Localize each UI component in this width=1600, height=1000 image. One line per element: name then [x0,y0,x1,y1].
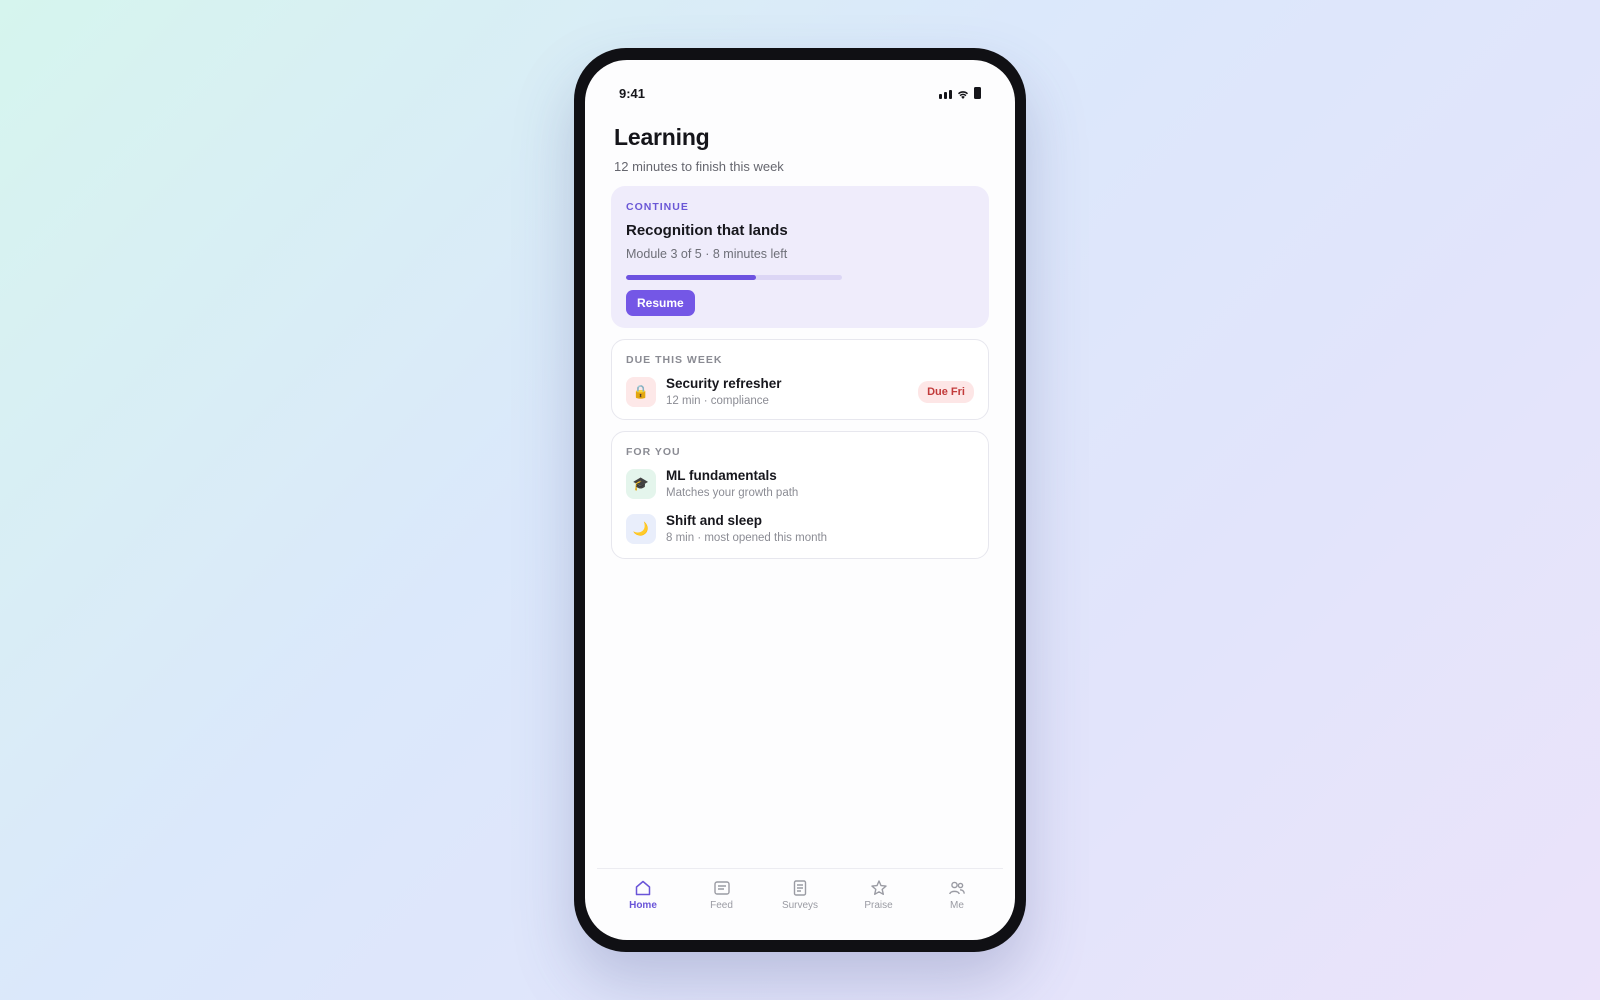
moon-icon: 🌙 [626,513,656,544]
course-progress-bar [626,275,842,280]
continue-card[interactable]: CONTINUE Recognition that lands Module 3… [611,186,989,328]
feed-icon [713,881,730,895]
course-progress-fill [626,275,756,280]
item-subtitle: 8 min · most opened this month [666,532,828,544]
status-time: 9:41 [619,86,646,101]
list-item-security-refresher[interactable]: 🔒 Security refresher 12 min · compliance… [626,376,974,407]
phone-screen: 9:41 Learning 12 minutes to finish this … [585,60,1015,940]
lock-icon: 🔒 [626,376,656,407]
tab-label: Me [950,900,964,911]
graduation-cap-icon: 🎓 [626,468,656,499]
status-icons [939,87,981,99]
bottom-tab-bar: Home Feed Surveys Praise Me [597,868,1003,940]
continue-course-title: Recognition that lands [626,222,788,239]
due-this-week-card: DUE THIS WEEK 🔒 Security refresher 12 mi… [611,339,989,420]
due-badge: Due Fri [918,381,974,403]
item-title: ML fundamentals [666,468,777,483]
item-subtitle: 12 min · compliance [666,395,769,407]
tab-label: Surveys [781,900,819,911]
item-title: Shift and sleep [666,513,763,528]
tab-surveys[interactable]: Surveys [768,879,832,940]
continue-course-meta: Module 3 of 5 · 8 minutes left [626,247,788,261]
main-content: Learning 12 minutes to finish this week … [611,124,989,559]
page-subtitle: 12 minutes to finish this week [614,159,784,174]
survey-icon [793,880,807,896]
list-item-shift-and-sleep[interactable]: 🌙 Shift and sleep 8 min · most opened th… [626,513,974,544]
list-item-ml-fundamentals[interactable]: 🎓 ML fundamentals Matches your growth pa… [626,468,974,499]
people-icon [949,881,965,895]
tab-feed[interactable]: Feed [690,879,754,940]
phone-frame: 9:41 Learning 12 minutes to finish this … [574,48,1026,952]
item-title: Security refresher [666,376,782,391]
due-section-label: DUE THIS WEEK [626,354,723,366]
for-you-card: FOR YOU 🎓 ML fundamentals Matches your g… [611,431,989,559]
tab-label: Feed [710,900,733,911]
tab-home[interactable]: Home [611,879,675,940]
wifi-icon [958,91,968,99]
for-you-section-label: FOR YOU [626,446,681,458]
battery-icon [974,87,981,99]
home-icon [635,880,651,896]
signal-icon [939,90,952,99]
tab-praise[interactable]: Praise [847,879,911,940]
continue-eyebrow: CONTINUE [626,201,689,213]
item-subtitle: Matches your growth path [666,487,799,499]
resume-button[interactable]: Resume [626,290,695,316]
status-bar: 9:41 [585,60,1015,104]
tab-label: Praise [864,900,893,911]
page-title: Learning [614,124,710,150]
tab-me[interactable]: Me [925,879,989,940]
tab-label: Home [629,900,657,911]
star-icon [870,880,887,895]
